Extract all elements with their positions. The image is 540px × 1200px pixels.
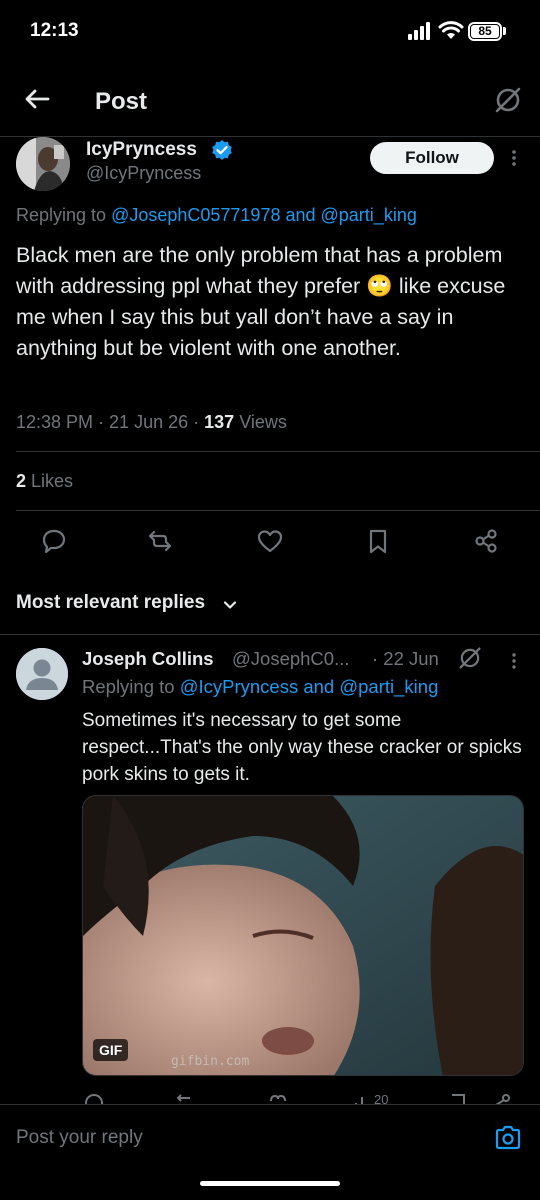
author-handle[interactable]: @IcyPryncess xyxy=(86,163,201,184)
mention-link[interactable]: @IcyPryncess xyxy=(180,676,299,697)
bookmark-icon[interactable] xyxy=(364,527,392,555)
views-count: 20 xyxy=(374,1092,389,1104)
reply-icon[interactable] xyxy=(40,527,68,555)
reply-replying-to: Replying to @IcyPryncess and @parti_king xyxy=(82,676,438,698)
reply-author-avatar[interactable] xyxy=(16,648,68,700)
repost-icon[interactable] xyxy=(176,1093,196,1104)
battery-icon: 85 xyxy=(468,22,502,41)
divider xyxy=(0,634,540,635)
wifi-icon xyxy=(438,21,464,39)
gif-badge: GIF xyxy=(93,1039,129,1061)
replying-to: Replying to @JosephC05771978 and @parti_… xyxy=(16,205,417,226)
gif-frame xyxy=(83,796,523,1075)
replying-prefix: Replying to xyxy=(16,205,112,225)
divider xyxy=(16,451,540,452)
eye-roll-emoji: 🙄 xyxy=(366,274,393,298)
grok-icon[interactable] xyxy=(458,646,482,670)
post-date: 21 Jun 26 xyxy=(109,412,189,432)
reply-input[interactable]: Post your reply xyxy=(16,1127,143,1149)
gif-media[interactable]: GIF gifbin.com xyxy=(82,795,524,1076)
grok-icon[interactable] xyxy=(494,86,522,114)
default-avatar-icon xyxy=(16,648,68,700)
likes-count: 2 xyxy=(16,471,27,491)
follow-button[interactable]: Follow xyxy=(370,142,494,174)
status-time: 12:13 xyxy=(30,20,79,41)
reply-compose-bar[interactable]: Post your reply xyxy=(0,1104,540,1170)
repost-icon[interactable] xyxy=(146,527,174,555)
replying-prefix: Replying to xyxy=(82,676,180,697)
reply-date: · 22 Jun xyxy=(372,648,439,669)
reply-icon[interactable] xyxy=(84,1093,104,1104)
divider xyxy=(16,510,540,511)
more-options-icon[interactable] xyxy=(506,148,522,168)
verified-badge-icon xyxy=(212,140,232,160)
post-text: Black men are the only problem that has … xyxy=(16,240,521,364)
views-label: Views xyxy=(239,412,287,432)
like-heart-icon[interactable] xyxy=(268,1093,288,1104)
home-indicator[interactable] xyxy=(200,1181,340,1186)
avatar-photo xyxy=(16,137,70,191)
more-options-icon[interactable] xyxy=(506,652,522,670)
author-avatar[interactable] xyxy=(16,137,70,191)
reply-author-name[interactable]: Joseph Collins xyxy=(82,648,214,670)
mention-link[interactable]: @parti_king xyxy=(339,676,438,697)
reply-author-handle[interactable]: @JosephC0... xyxy=(232,648,350,670)
status-bar: 12:13 85 xyxy=(0,0,540,64)
views-count: 137 xyxy=(204,412,235,432)
post-time: 12:38 PM xyxy=(16,412,94,432)
camera-icon[interactable] xyxy=(494,1125,522,1151)
back-arrow-icon[interactable] xyxy=(22,84,52,114)
bookmark-icon[interactable] xyxy=(448,1093,468,1104)
page-title: Post xyxy=(95,88,148,115)
reply-sort-selector[interactable]: Most relevant replies xyxy=(16,592,205,614)
mention-link[interactable]: @JosephC05771978 xyxy=(111,205,280,225)
share-icon[interactable] xyxy=(492,1093,512,1104)
likes-stat[interactable]: 2 Likes xyxy=(16,471,73,492)
post-header: Post xyxy=(0,64,540,137)
post-meta: 12:38 PM · 21 Jun 26 · 137 Views xyxy=(16,412,287,432)
battery-level: 85 xyxy=(471,25,499,38)
like-heart-icon[interactable] xyxy=(256,527,284,555)
gif-watermark: gifbin.com xyxy=(171,1054,250,1069)
mention-link[interactable]: @parti_king xyxy=(321,205,417,225)
author-name[interactable]: IcyPryncess xyxy=(86,139,197,161)
replying-and[interactable]: and xyxy=(280,205,320,225)
likes-label: Likes xyxy=(31,471,74,491)
reply-action-bar: 20 xyxy=(82,1090,522,1104)
replying-and[interactable]: and xyxy=(298,676,339,697)
battery-nub xyxy=(503,27,506,35)
share-icon[interactable] xyxy=(472,527,500,555)
post-action-bar xyxy=(0,525,540,561)
chevron-down-icon[interactable] xyxy=(222,597,238,613)
reply-text: Sometimes it's necessary to get some res… xyxy=(82,710,522,785)
cellular-signal-icon xyxy=(408,22,430,40)
views-icon[interactable] xyxy=(352,1093,372,1104)
